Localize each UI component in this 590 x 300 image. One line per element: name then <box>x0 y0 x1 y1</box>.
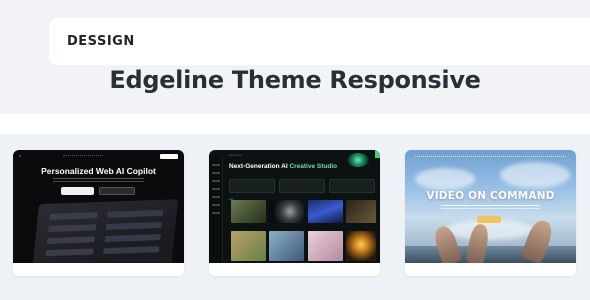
theme-card-3[interactable]: VIDEO ON COMMAND <box>405 150 576 276</box>
preview-ground <box>405 246 576 263</box>
preview-gallery-tile <box>269 231 304 261</box>
theme-card-1-preview[interactable]: ▪▪ Personalized Web AI Copilot <box>13 150 184 263</box>
preview-nav <box>415 156 566 160</box>
preview-green-tab <box>375 150 380 158</box>
header-bar: DESSIGN <box>49 18 590 65</box>
theme-card-1-footer <box>13 263 184 276</box>
preview-cta-primary <box>61 187 94 195</box>
theme-card-2[interactable]: ▪ ▪ ▪ ▪ ▪ ▪ ▪ Next-Generation AI Creativ… <box>209 150 380 276</box>
preview-headline: Personalized Web AI Copilot <box>41 166 156 176</box>
preview-sidebar <box>209 158 223 263</box>
preview-headline: VIDEO ON COMMAND <box>426 190 555 202</box>
page-title: Edgeline Theme Responsive <box>109 66 481 94</box>
theme-card-1[interactable]: ▪▪ Personalized Web AI Copilot <box>13 150 184 276</box>
preview-nav-links <box>63 155 103 157</box>
preview-headline: Next-Generation AI Creative Studio <box>229 163 338 170</box>
theme-card-3-preview[interactable]: VIDEO ON COMMAND <box>405 150 576 263</box>
preview-gallery-tile <box>308 231 343 261</box>
preview-cta-button <box>477 216 501 223</box>
preview-subtext <box>53 178 144 182</box>
site-logo[interactable]: DESSIGN <box>67 34 135 49</box>
preview-nav-button <box>160 154 178 159</box>
preview-eyebrow: ▪ ▪ ▪ ▪ ▪ ▪ ▪ <box>229 153 242 157</box>
theme-card-3-footer <box>405 263 576 276</box>
preview-logo-icon: ▪▪ <box>19 154 22 158</box>
preview-gallery-tile <box>308 200 343 223</box>
theme-card-2-preview[interactable]: ▪ ▪ ▪ ▪ ▪ ▪ ▪ Next-Generation AI Creativ… <box>209 150 380 263</box>
preview-cta-secondary <box>99 187 135 195</box>
preview-gallery-tile <box>231 231 266 261</box>
section-divider <box>0 114 590 134</box>
preview-gallery-tile <box>231 200 266 223</box>
preview-gallery-tile <box>346 200 376 223</box>
preview-orb-graphic <box>347 153 369 167</box>
preview-gallery-tile <box>269 200 304 223</box>
preview-gallery-tile <box>346 231 376 261</box>
theme-card-2-footer <box>209 263 380 276</box>
preview-nav: ▪▪ <box>19 154 178 160</box>
preview-panels <box>229 179 376 193</box>
preview-subtext <box>441 205 540 209</box>
preview-headline-highlight: Creative Studio <box>289 163 338 170</box>
preview-dashboard-mockup <box>31 199 179 263</box>
